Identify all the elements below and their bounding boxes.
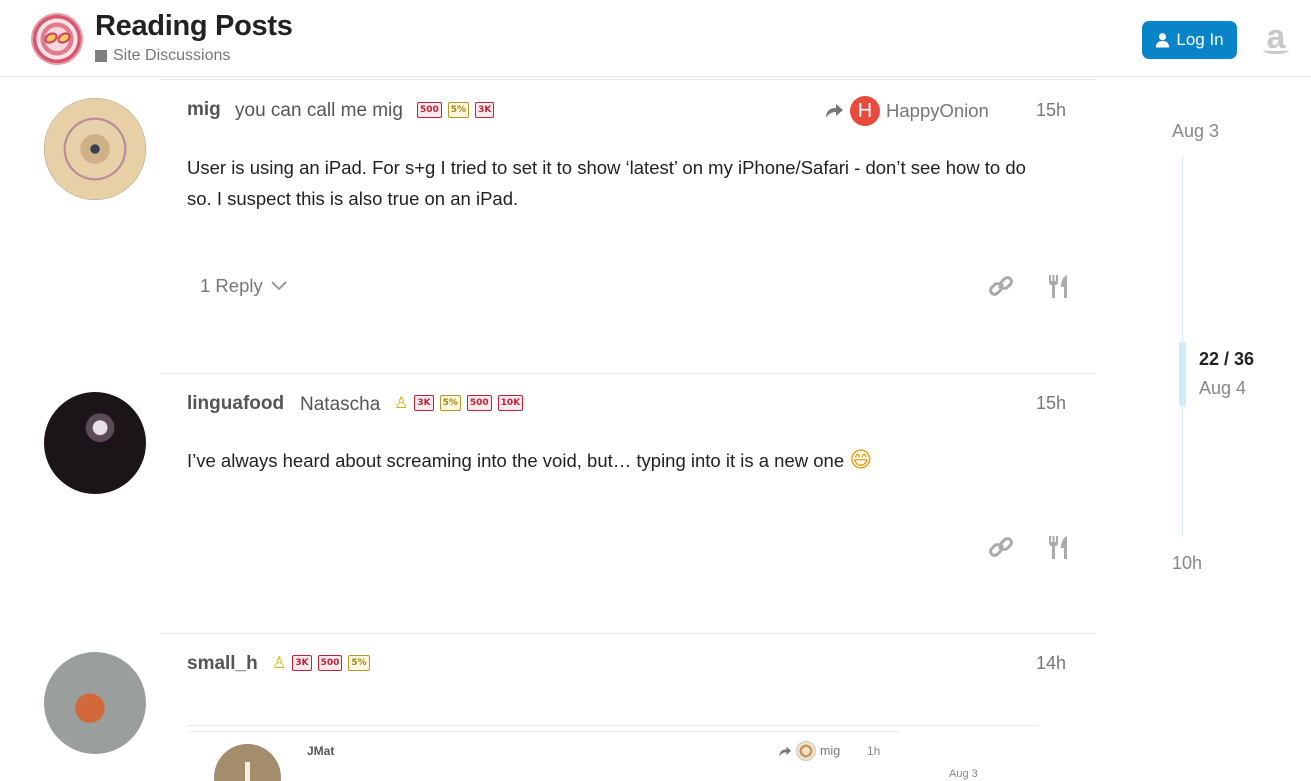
figure-badge-icon[interactable]: ♙ [272, 655, 286, 671]
quote-reply-avatar [796, 741, 816, 761]
login-button[interactable]: Log In [1142, 21, 1237, 59]
badge[interactable]: 5% [447, 102, 470, 118]
post-username[interactable]: mig [187, 99, 221, 121]
badge[interactable]: 500 [317, 655, 343, 671]
category-label: Site Discussions [113, 47, 231, 64]
chevron-down-icon [271, 281, 287, 291]
show-replies-button[interactable]: 1 Reply [200, 275, 287, 297]
amazon-icon[interactable]: a [1259, 20, 1293, 54]
post-divider [160, 633, 1096, 634]
timeline-position: 22 / 36 [1199, 349, 1255, 369]
badge[interactable]: 10K [497, 395, 524, 411]
user-badges: ♙ 3K 5% 500 10K [394, 395, 524, 411]
quote-reply-to[interactable]: mig [778, 741, 840, 761]
topic-title[interactable]: Reading Posts [95, 10, 293, 43]
post-fullname: you can call me mig [235, 100, 403, 121]
post-time[interactable]: 15h [1036, 393, 1066, 414]
quote-divider [187, 725, 1039, 726]
badge[interactable]: 5% [348, 655, 370, 671]
post-username[interactable]: linguafood [187, 393, 284, 415]
avatar-small-h[interactable] [44, 652, 146, 754]
badge[interactable]: 3K [292, 655, 312, 671]
post-username[interactable]: small_h [187, 653, 258, 675]
fork-knife-icon[interactable] [1046, 534, 1072, 560]
avatar-linguafood[interactable] [44, 392, 146, 494]
quote-time[interactable]: 1h [867, 744, 880, 758]
timeline-handle[interactable] [1179, 342, 1186, 406]
post-body-text: I’ve always heard about screaming into t… [187, 450, 845, 471]
reply-to-avatar: H [850, 96, 880, 126]
fork-knife-icon[interactable] [1046, 273, 1072, 299]
timeline-position-date: Aug 4 [1199, 378, 1247, 398]
user-badges: ♙ 3K 500 5% [272, 655, 370, 671]
quote-reply-username: mig [820, 744, 841, 758]
quote-username[interactable]: JMat [307, 744, 334, 758]
login-label: Log In [1176, 30, 1224, 49]
category-color-square [95, 50, 107, 62]
timeline-end-date[interactable]: 10h [1172, 553, 1202, 574]
badge[interactable]: 500 [417, 102, 442, 118]
logo-eye-right [55, 30, 73, 46]
amazon-smile [1263, 46, 1289, 54]
post-fullname: Natascha [300, 394, 381, 415]
site-header: Reading Posts Site Discussions Log In a [0, 0, 1311, 77]
replies-count: 1 Reply [200, 275, 263, 296]
badge[interactable]: 5% [439, 395, 461, 411]
quote-avatar-glyph [245, 762, 250, 781]
share-arrow-icon [826, 104, 843, 118]
link-icon[interactable] [988, 273, 1014, 299]
post-divider [160, 79, 1096, 80]
post-time[interactable]: 15h [1036, 100, 1066, 121]
site-logo[interactable] [31, 13, 83, 65]
category-badge[interactable]: Site Discussions [95, 47, 230, 65]
post-time[interactable]: 14h [1036, 653, 1066, 674]
post-body: User is using an iPad. For s+g I tried t… [187, 157, 1026, 209]
reply-to-username: HappyOnion [886, 100, 989, 121]
reply-to-tab[interactable]: H HappyOnion [824, 96, 989, 126]
grinning-emoji: 😄 [849, 447, 873, 472]
timeline-start-date[interactable]: Aug 3 [1172, 121, 1219, 142]
avatar-mig[interactable] [44, 98, 146, 200]
figure-badge-icon[interactable]: ♙ [394, 395, 408, 411]
user-badges: 500 5% 3K [417, 102, 495, 118]
quote-timeline-date: Aug 3 [949, 768, 978, 780]
badge[interactable]: 3K [414, 395, 434, 411]
badge[interactable]: 3K [475, 102, 495, 118]
share-arrow-icon [779, 746, 792, 756]
post-divider [160, 373, 1096, 374]
post-body: I’ve always heard about screaming into t… [187, 444, 1067, 476]
link-icon[interactable] [988, 534, 1014, 560]
user-icon [1156, 33, 1170, 48]
badge[interactable]: 500 [466, 395, 492, 411]
